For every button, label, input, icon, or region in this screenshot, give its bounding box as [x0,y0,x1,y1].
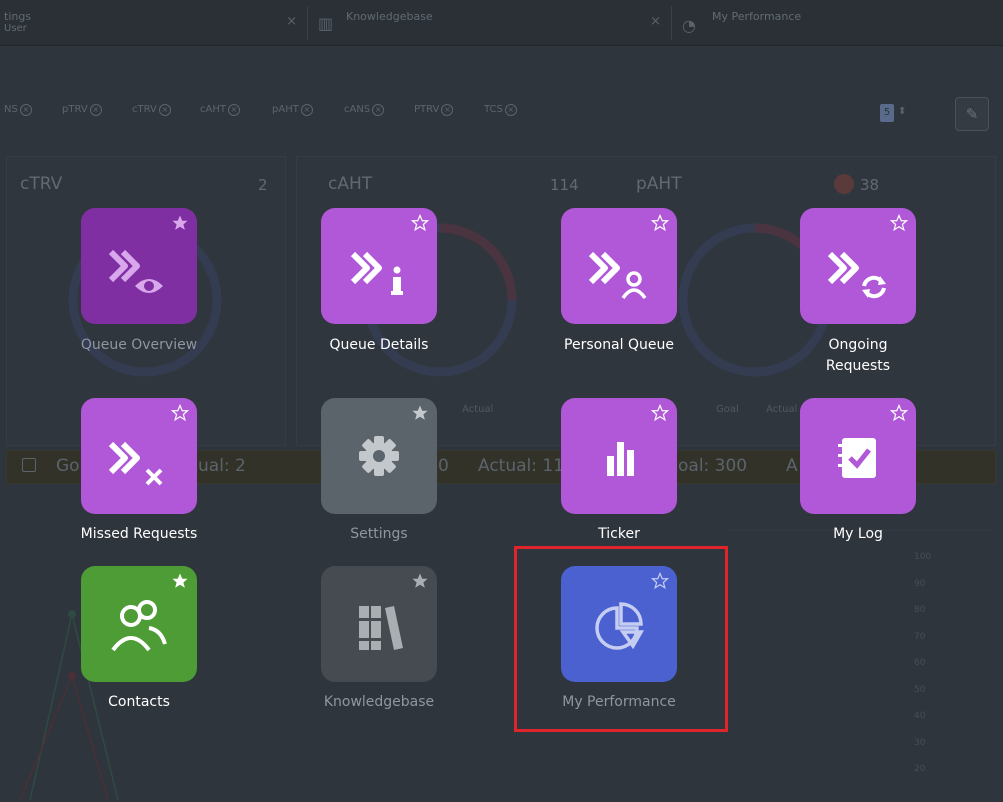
queue-overview-label: Queue Overview [80,337,198,353]
star-filled-icon[interactable] [171,572,189,590]
my-log-tile[interactable] [800,398,916,514]
settings-label: Settings [350,526,408,542]
ongoing-requests-label-line2: Requests [825,358,891,374]
star-filled-icon[interactable] [171,214,189,232]
queue-details-label: Queue Details [329,337,429,353]
star-outline-icon[interactable] [411,214,429,232]
contacts-label: Contacts [108,694,170,710]
queue-overview-tile[interactable] [81,208,197,324]
personal-queue-label: Personal Queue [564,337,674,353]
my-performance-highlight [514,546,728,732]
star-outline-icon[interactable] [890,214,908,232]
star-outline-icon[interactable] [890,404,908,422]
settings-tile[interactable] [321,398,437,514]
star-outline-icon[interactable] [651,404,669,422]
ongoing-requests-tile[interactable] [800,208,916,324]
ongoing-requests-label-line1: Ongoing [828,337,888,353]
ticker-tile[interactable] [561,398,677,514]
star-outline-icon[interactable] [171,404,189,422]
personal-queue-tile[interactable] [561,208,677,324]
missed-requests-tile[interactable] [81,398,197,514]
queue-details-tile[interactable] [321,208,437,324]
contacts-tile[interactable] [81,566,197,682]
ticker-label: Ticker [598,526,640,542]
star-outline-icon[interactable] [651,214,669,232]
ongoing-requests-label: Ongoing Requests [768,335,948,377]
missed-requests-label: Missed Requests [80,526,198,542]
star-filled-icon[interactable] [411,404,429,422]
star-filled-icon[interactable] [411,572,429,590]
knowledgebase-tile[interactable] [321,566,437,682]
knowledgebase-label: Knowledgebase [323,694,435,710]
my-log-label: My Log [833,526,883,542]
